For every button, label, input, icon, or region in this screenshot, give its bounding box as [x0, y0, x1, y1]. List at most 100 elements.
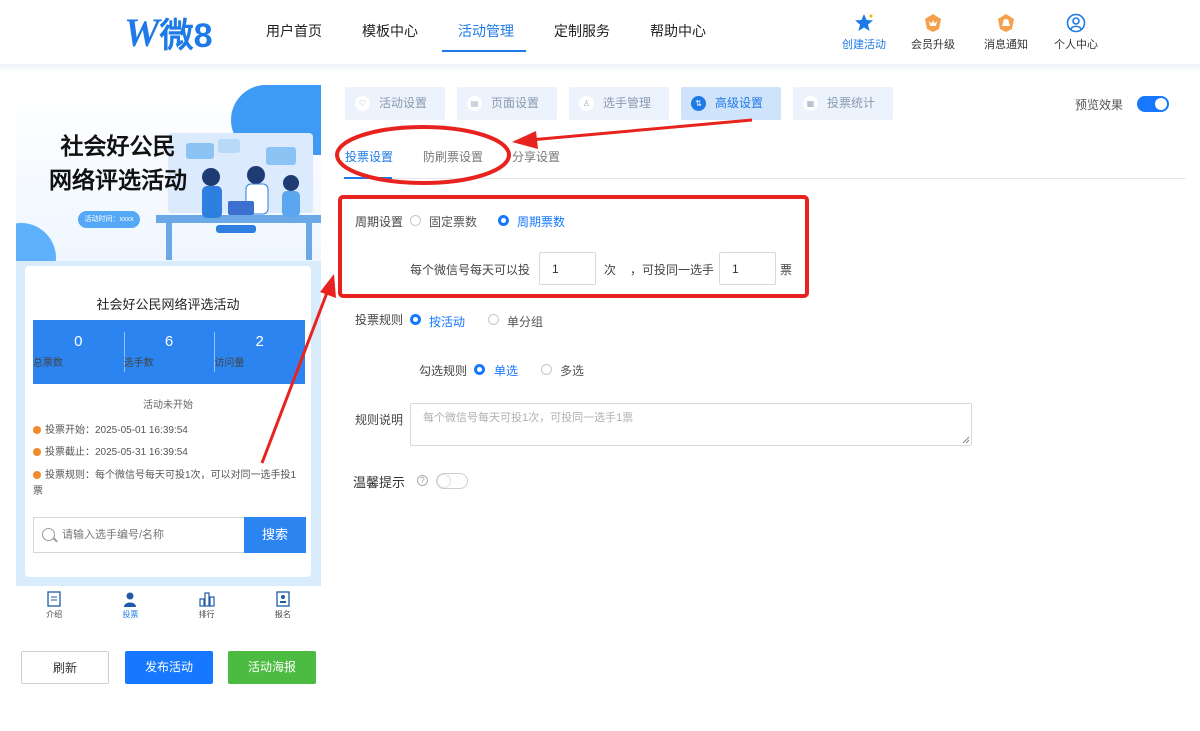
step-vote-statistics[interactable]: ▦ 投票统计: [793, 87, 893, 120]
notifications-link[interactable]: 消息通知: [978, 12, 1034, 52]
preview-tabbar: 介绍 投票 排行 报名: [16, 586, 321, 628]
tabbar-item-signup[interactable]: 报名: [245, 586, 321, 628]
nav-item-templates[interactable]: 模板中心: [362, 21, 418, 41]
vote-end-text: 投票截止：2025-05-31 16:39:54: [45, 447, 188, 458]
vote-start-text: 投票开始：2025-05-01 16:39:54: [45, 425, 188, 436]
person-icon: ♙: [579, 96, 594, 111]
tab-anti-cheat-settings[interactable]: 防刷票设置: [423, 148, 483, 165]
create-activity-link[interactable]: 创建活动: [836, 12, 892, 52]
radio-single-group[interactable]: [488, 314, 499, 325]
step-label: 活动设置: [379, 96, 428, 110]
same-contestant-text: ，可投同一选手: [630, 263, 715, 277]
resize-grip-icon[interactable]: [962, 436, 970, 444]
nav-item-activity-management[interactable]: 活动管理: [458, 21, 514, 41]
option-by-activity[interactable]: 按活动: [429, 313, 465, 330]
subtab-active-indicator: [344, 177, 392, 179]
nav-item-custom-service[interactable]: 定制服务: [554, 21, 610, 41]
search-input[interactable]: [62, 518, 242, 552]
logo-mark: W: [124, 9, 160, 55]
publish-activity-button[interactable]: 发布活动: [125, 651, 213, 684]
top-nav: W 微8 用户首页 模板中心 活动管理 定制服务 帮助中心 创建活动 会员升级 …: [0, 0, 1200, 64]
tips-toggle[interactable]: [436, 473, 468, 489]
profile-label: 个人中心: [1054, 39, 1098, 51]
subtab-divider: [342, 178, 1186, 179]
tab-vote-settings[interactable]: 投票设置: [345, 148, 393, 165]
vote-person-icon: [92, 591, 168, 609]
tabbar-item-intro[interactable]: 介绍: [16, 586, 92, 628]
tab-share-settings[interactable]: 分享设置: [512, 148, 560, 165]
search-button[interactable]: 搜索: [244, 517, 306, 553]
radio-single-select[interactable]: [474, 364, 485, 375]
stat-value: 6: [164, 333, 174, 350]
refresh-button[interactable]: 刷新: [21, 651, 109, 684]
times-per-day-input[interactable]: [539, 252, 596, 285]
nav-active-indicator: [442, 50, 526, 52]
option-multi-select[interactable]: 多选: [560, 362, 584, 379]
step-label: 投票统计: [827, 96, 876, 110]
vote-start-info: 投票开始：2025-05-01 16:39:54: [33, 423, 188, 439]
step-contestant-management[interactable]: ♙ 选手管理: [569, 87, 669, 120]
nav-item-home[interactable]: 用户首页: [266, 21, 322, 41]
intro-icon: [16, 591, 92, 609]
votes-per-contestant-input[interactable]: [719, 252, 776, 285]
stat-total-votes: 0 总票数: [33, 320, 124, 384]
info-icon: [33, 471, 41, 479]
chart-icon: ▦: [803, 96, 818, 111]
option-cycle-votes[interactable]: 周期票数: [517, 213, 565, 230]
tabbar-label: 介绍: [46, 610, 63, 619]
activity-time-chip: 活动时间：xxxx: [78, 211, 140, 228]
stat-label: 访问量: [214, 358, 245, 369]
vote-rule-text: 投票规则：每个微信号每天可投1次，可以对同一选手投1票: [33, 470, 297, 497]
step-page-settings[interactable]: ▤ 页面设置: [457, 87, 557, 120]
option-fixed-votes[interactable]: 固定票数: [429, 213, 477, 230]
logo-text: 微8: [159, 16, 213, 55]
banner-decoration: [16, 223, 56, 265]
preview-toggle[interactable]: [1137, 96, 1169, 112]
stat-value: 0: [74, 333, 83, 350]
rule-description-label: 规则说明: [355, 413, 404, 427]
times-unit: 次: [604, 263, 617, 277]
nav-shadow: [0, 64, 1200, 72]
help-icon[interactable]: ?: [417, 475, 428, 486]
radio-multi-select[interactable]: [541, 364, 552, 375]
step-label: 高级设置: [715, 96, 764, 110]
preview-card: 社会好公民网络评选活动 0 总票数 6 选手数 2 访问量 活动未开始 投票开始…: [25, 266, 311, 577]
vote-end-info: 投票截止：2025-05-31 16:39:54: [33, 445, 188, 461]
stat-label: 总票数: [33, 358, 63, 369]
annotation-arrowhead: [320, 274, 336, 298]
rank-icon: [169, 591, 245, 609]
annotation-arrowhead: [512, 131, 538, 149]
notifications-label: 消息通知: [984, 39, 1028, 51]
toggle-knob: [1155, 98, 1167, 110]
tabbar-item-vote[interactable]: 投票: [92, 586, 168, 628]
sliders-icon: ⇅: [691, 96, 706, 111]
create-activity-label: 创建活动: [842, 39, 886, 51]
option-single-select[interactable]: 单选: [494, 362, 518, 379]
option-single-group[interactable]: 单分组: [507, 313, 543, 330]
step-label: 选手管理: [603, 96, 652, 110]
vote-rule-label: 投票规则: [355, 313, 404, 327]
heart-icon: ♡: [355, 96, 370, 111]
tabbar-label: 排行: [198, 610, 215, 619]
brand-logo[interactable]: W 微8: [124, 9, 213, 55]
member-upgrade-link[interactable]: 会员升级: [905, 12, 961, 52]
step-advanced-settings[interactable]: ⇅ 高级设置: [681, 87, 781, 120]
preview-toggle-label: 预览效果: [1075, 98, 1124, 112]
cycle-setting-label: 周期设置: [355, 215, 404, 229]
step-activity-settings[interactable]: ♡ 活动设置: [345, 87, 445, 120]
votes-unit: 票: [780, 263, 793, 277]
rule-description-textarea[interactable]: [410, 403, 972, 446]
bell-icon: [978, 12, 1034, 34]
radio-by-activity[interactable]: [410, 314, 421, 325]
activity-poster-button[interactable]: 活动海报: [228, 651, 316, 684]
user-icon: [1048, 12, 1104, 34]
contestant-search: 搜索: [33, 517, 306, 553]
profile-link[interactable]: 个人中心: [1048, 12, 1104, 52]
activity-title: 社会好公民网络评选活动: [96, 297, 240, 312]
preview-banner: 社会好公民 网络评选活动 活动时间：xxxx: [16, 85, 321, 265]
tabbar-item-rank[interactable]: 排行: [169, 586, 245, 628]
radio-cycle-votes[interactable]: [498, 215, 509, 226]
radio-fixed-votes[interactable]: [410, 215, 421, 226]
nav-item-help-center[interactable]: 帮助中心: [650, 21, 706, 41]
member-upgrade-label: 会员升级: [911, 39, 955, 51]
